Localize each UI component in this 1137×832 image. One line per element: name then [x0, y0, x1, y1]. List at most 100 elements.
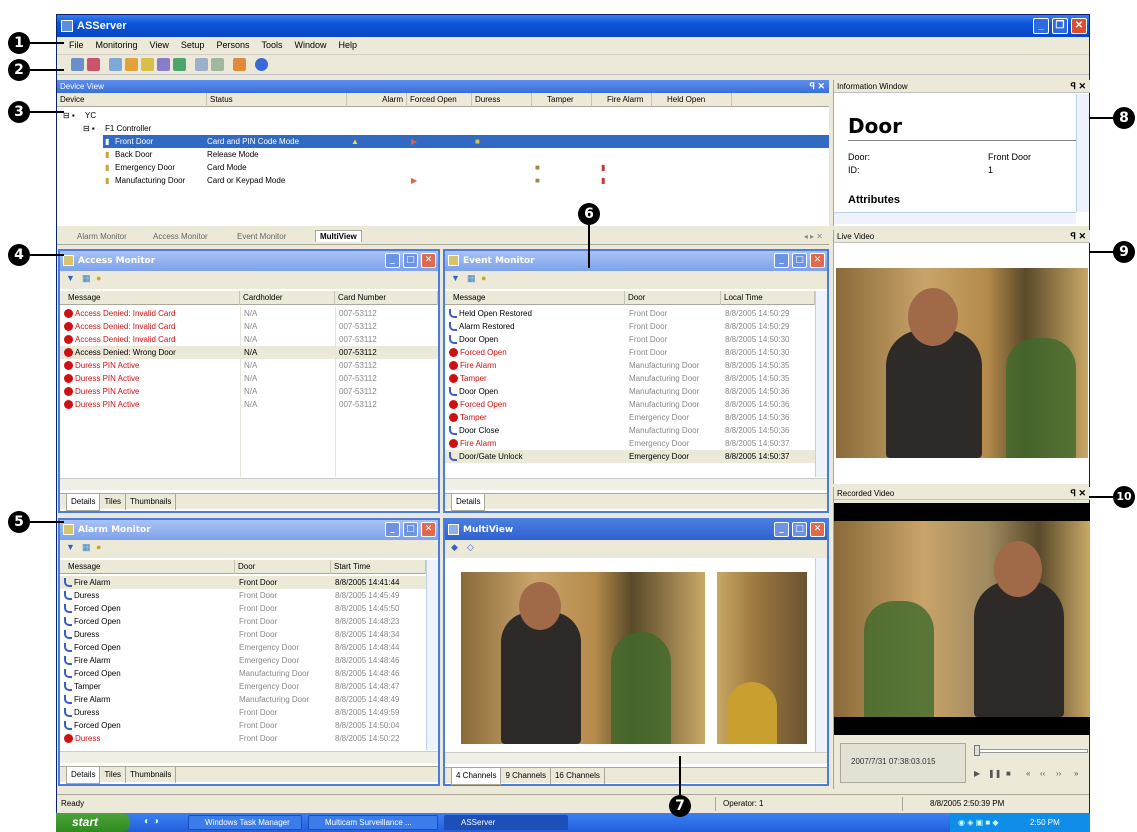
tab-9-channels[interactable]: 9 Channels — [501, 768, 551, 784]
list-item[interactable]: Duress Front Door 8/8/2005 14:45:49 — [60, 589, 426, 602]
pin-close-icon[interactable]: ꟼ ✕ — [810, 80, 825, 93]
pin-close-icon[interactable]: ꟼ ✕ — [1071, 80, 1086, 93]
list-item[interactable]: Duress PIN Active N/A 007-53112 — [60, 372, 438, 385]
minimize-button[interactable]: _ — [1033, 18, 1049, 34]
camera-feed-1[interactable] — [461, 572, 705, 744]
taskbar-item[interactable]: ASServer — [444, 815, 568, 830]
device-row[interactable]: ▮ Front Door Card and PIN Code Mode ▲ ▶ … — [103, 135, 829, 148]
fast-forward-icon[interactable]: » — [1074, 769, 1078, 778]
col-message[interactable]: Message — [60, 560, 235, 574]
live-video-feed[interactable] — [836, 268, 1088, 458]
list-item[interactable]: Access Denied: Invalid Card N/A 007-53112 — [60, 333, 438, 346]
tab-access-monitor[interactable]: Access Monitor — [153, 232, 208, 241]
list-item[interactable]: Duress Front Door 8/8/2005 14:48:34 — [60, 628, 426, 641]
horizontal-scrollbar[interactable] — [60, 478, 438, 490]
event-monitor-titlebar[interactable]: Event Monitor _ □ ✕ — [445, 251, 827, 271]
pause-icon[interactable]: ❚❚ — [988, 769, 1001, 778]
tab-thumbnails[interactable]: Thumbnails — [126, 767, 177, 783]
title-bar[interactable]: ASServer _ ❐ ✕ — [57, 15, 1089, 37]
list-item[interactable]: Fire Alarm Emergency Door 8/8/2005 14:48:4… — [60, 654, 426, 667]
minimize-button[interactable]: _ — [385, 253, 400, 268]
step-forward-icon[interactable]: ›› — [1056, 769, 1061, 778]
filter-icon[interactable]: ▼ — [66, 273, 75, 283]
tab-details[interactable]: Details — [451, 494, 486, 511]
list-item[interactable]: Access Denied: Invalid Card N/A 007-53112 — [60, 320, 438, 333]
list-item[interactable]: Tamper Manufacturing Door 8/8/2005 14:50:3… — [445, 372, 815, 385]
taskbar-item[interactable]: Multicam Surveillance ... — [308, 815, 438, 830]
list-item[interactable]: Fire Alarm Manufacturing Door 8/8/2005 14:… — [445, 359, 815, 372]
col-door[interactable]: Door — [235, 560, 331, 574]
multiview-titlebar[interactable]: MultiView _ □ ✕ — [445, 520, 827, 540]
recorded-video-feed[interactable] — [834, 503, 1090, 735]
close-button[interactable]: ✕ — [1071, 18, 1087, 34]
columns-icon[interactable]: ▦ — [82, 273, 91, 284]
pin-close-icon[interactable]: ꟼ ✕ — [1071, 230, 1086, 243]
col-held-open[interactable]: Held Open — [652, 93, 732, 107]
list-item[interactable]: Duress Front Door 8/8/2005 14:49:59 — [60, 706, 426, 719]
restore-button[interactable]: ❐ — [1052, 18, 1068, 34]
list-item[interactable]: Duress Front Door 8/8/2005 14:50:22 — [60, 732, 426, 745]
tab-multiview[interactable]: MultiView — [315, 230, 362, 242]
taskbar-item[interactable]: Windows Task Manager — [188, 815, 302, 830]
list-item[interactable]: Forced Open Front Door 8/8/2005 14:50:30 — [445, 346, 815, 359]
holiday-icon[interactable] — [157, 58, 170, 71]
pin-close-icon[interactable]: ꟼ ✕ — [1071, 487, 1086, 500]
col-fire-alarm[interactable]: Fire Alarm — [592, 93, 652, 107]
step-back-icon[interactable]: ‹‹ — [1040, 769, 1045, 778]
horizontal-scrollbar[interactable] — [445, 478, 827, 490]
access-monitor-titlebar[interactable]: Access Monitor _ □ ✕ — [60, 251, 438, 271]
maximize-button[interactable]: □ — [403, 253, 418, 268]
rewind-icon[interactable]: « — [1026, 769, 1030, 778]
schedule-icon[interactable] — [125, 58, 138, 71]
col-card-number[interactable]: Card Number — [335, 291, 438, 305]
menu-file[interactable]: File — [57, 37, 90, 53]
list-item[interactable]: Door Close Manufacturing Door 8/8/2005 14:… — [445, 424, 815, 437]
col-alarm[interactable]: Alarm — [347, 93, 407, 107]
maximize-button[interactable]: □ — [403, 522, 418, 537]
tab-tiles[interactable]: Tiles — [100, 494, 127, 510]
list-item[interactable]: Access Denied: Wrong Door N/A 007-53112 — [60, 346, 438, 359]
menu-setup[interactable]: Setup — [175, 37, 211, 53]
tab-details[interactable]: Details — [66, 767, 101, 784]
tab-details[interactable]: Details — [66, 494, 101, 511]
tray-icons[interactable]: ◉ ◈ ▣ ■ ◆ — [958, 813, 999, 832]
tab-4-channels[interactable]: 4 Channels — [451, 768, 502, 785]
tab-tiles[interactable]: Tiles — [100, 767, 127, 783]
list-item[interactable]: Duress PIN Active N/A 007-53112 — [60, 359, 438, 372]
device-row[interactable]: ▮ Manufacturing Door Card or Keypad Mode… — [103, 174, 829, 187]
tools-icon[interactable] — [233, 58, 246, 71]
close-button[interactable]: ✕ — [810, 253, 825, 268]
tab-thumbnails[interactable]: Thumbnails — [126, 494, 177, 510]
stop-icon[interactable]: ■ — [1006, 769, 1011, 778]
menu-persons[interactable]: Persons — [210, 37, 255, 53]
layout-icon[interactable]: ◆ — [451, 542, 458, 553]
login-icon[interactable] — [71, 58, 84, 71]
device-icon[interactable] — [109, 58, 122, 71]
monitor-icon[interactable] — [211, 58, 224, 71]
minimize-button[interactable]: _ — [774, 522, 789, 537]
vertical-scrollbar[interactable] — [815, 291, 827, 477]
vertical-scrollbar[interactable] — [426, 560, 438, 750]
tab-16-channels[interactable]: 16 Channels — [551, 768, 605, 784]
list-item[interactable]: Forced Open Front Door 8/8/2005 14:50:04 — [60, 719, 426, 732]
list-item[interactable]: Duress PIN Active N/A 007-53112 — [60, 385, 438, 398]
horizontal-scrollbar[interactable] — [60, 751, 438, 763]
person-icon[interactable] — [173, 58, 186, 71]
seek-thumb[interactable] — [974, 745, 980, 756]
snapshot-icon[interactable]: ◇ — [467, 542, 474, 553]
tab-alarm-monitor[interactable]: Alarm Monitor — [77, 232, 127, 241]
list-item[interactable]: Fire Alarm Manufacturing Door 8/8/2005 14:… — [60, 693, 426, 706]
list-item[interactable]: Fire Alarm Front Door 8/8/2005 14:41:44 — [60, 576, 426, 589]
help-icon[interactable] — [255, 58, 268, 71]
camera-feed-2[interactable] — [717, 572, 807, 744]
menu-tools[interactable]: Tools — [255, 37, 288, 53]
access-level-icon[interactable] — [141, 58, 154, 71]
minimize-button[interactable]: _ — [774, 253, 789, 268]
col-status[interactable]: Status — [207, 93, 347, 107]
list-item[interactable]: Forced Open Front Door 8/8/2005 14:48:23 — [60, 615, 426, 628]
list-item[interactable]: Duress PIN Active N/A 007-53112 — [60, 398, 438, 411]
col-cardholder[interactable]: Cardholder — [240, 291, 335, 305]
col-duress[interactable]: Duress — [472, 93, 532, 107]
alarm-monitor-titlebar[interactable]: Alarm Monitor _ □ ✕ — [60, 520, 438, 540]
start-button[interactable]: start — [56, 813, 130, 832]
